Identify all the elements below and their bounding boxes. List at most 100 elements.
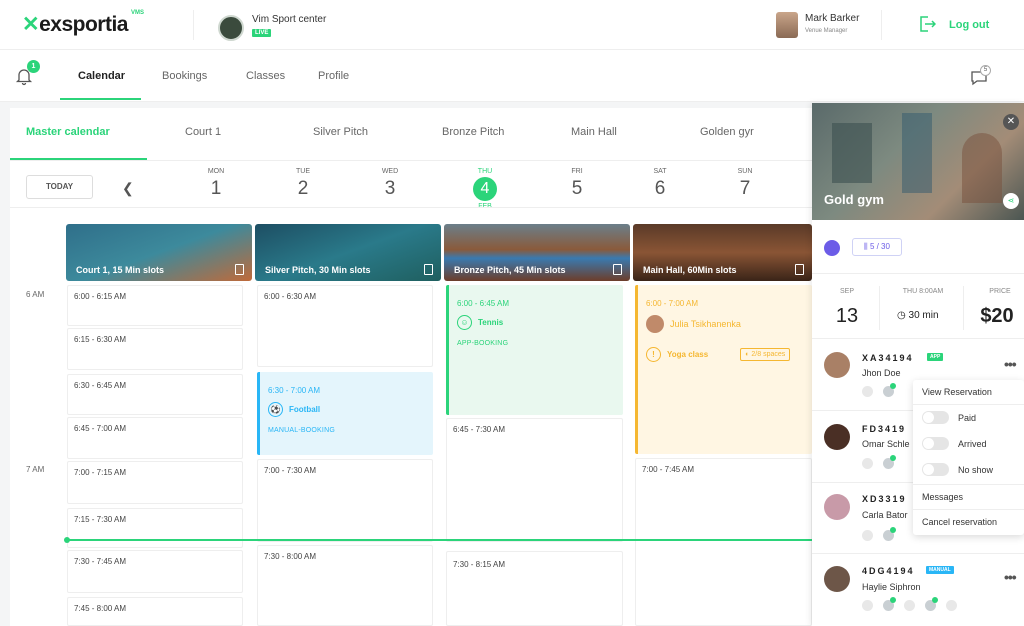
- day-tue[interactable]: TUE 2: [283, 168, 323, 200]
- more-icon[interactable]: •••: [1004, 356, 1017, 372]
- time-slot[interactable]: 6:30 - 6:45 AM: [67, 374, 243, 415]
- logo-text: exsportia: [39, 13, 128, 36]
- avatar[interactable]: [824, 352, 850, 378]
- time-slot[interactable]: 6:45 - 7:30 AM: [446, 418, 623, 542]
- time-slot[interactable]: 7:45 - 8:00 AM: [67, 597, 243, 626]
- avatar[interactable]: [824, 424, 850, 450]
- time-slot[interactable]: 7:30 - 7:45 AM: [67, 550, 243, 593]
- subtab-court-1[interactable]: Court 1: [185, 126, 221, 138]
- status-icon: [946, 600, 957, 611]
- time-slot[interactable]: 6:00 - 6:15 AM: [67, 285, 243, 326]
- booking-tennis[interactable]: 6:00 - 6:45 AM ☺ Tennis APP-BOOKING: [446, 285, 623, 415]
- menu-cancel-reservation[interactable]: Cancel reservation: [922, 517, 997, 527]
- tab-calendar[interactable]: Calendar: [78, 70, 125, 82]
- clipboard-icon[interactable]: [795, 264, 804, 275]
- logout-icon[interactable]: [918, 15, 936, 33]
- more-icon[interactable]: •••: [1004, 569, 1017, 585]
- menu-view-reservation[interactable]: View Reservation: [922, 387, 992, 397]
- time-slot[interactable]: 7:30 - 8:00 AM: [257, 545, 433, 626]
- booking-football[interactable]: 6:30 - 7:00 AM ⚽ Football MANUAL-BOOKING: [257, 372, 433, 455]
- booking-yoga-class[interactable]: 6:00 - 7:00 AM Julia Tsikhanenka ! Yoga c…: [635, 285, 812, 454]
- menu-messages[interactable]: Messages: [922, 492, 963, 502]
- status-icon: [862, 600, 873, 611]
- grid-border: [10, 207, 812, 208]
- tab-underline: [60, 98, 141, 100]
- time-slot[interactable]: 6:00 - 6:30 AM: [257, 285, 433, 367]
- person-code: FD3419: [862, 424, 907, 434]
- booking-tag: MANUAL-BOOKING: [268, 427, 335, 434]
- avatar: [646, 315, 664, 333]
- close-icon[interactable]: ✕: [1003, 114, 1019, 130]
- tab-classes[interactable]: Classes: [246, 70, 285, 82]
- subtab-master-calendar[interactable]: Master calendar: [26, 126, 110, 138]
- price-value: $20: [980, 305, 1014, 327]
- person-name: Carla Bator: [862, 510, 908, 520]
- share-icon[interactable]: ⋖: [1003, 193, 1019, 209]
- time-slot[interactable]: 6:45 - 7:00 AM: [67, 417, 243, 459]
- day-name: MON: [207, 168, 225, 175]
- booking-class: ! Yoga class ◐ 2/8 spaces: [646, 347, 812, 362]
- today-button[interactable]: TODAY: [26, 175, 93, 199]
- time-slot[interactable]: 7:15 - 7:30 AM: [67, 508, 243, 548]
- tab-profile[interactable]: Profile: [318, 70, 349, 82]
- arrived-toggle[interactable]: [922, 437, 949, 450]
- time-label: 7 AM: [26, 465, 45, 474]
- resource-card-main-hall[interactable]: Main Hall, 60Min slots: [633, 224, 812, 281]
- person-code: 4DG4194: [862, 566, 915, 576]
- clipboard-icon[interactable]: [235, 264, 244, 275]
- time-slot[interactable]: 7:30 - 8:15 AM: [446, 551, 623, 626]
- clipboard-icon[interactable]: [613, 264, 622, 275]
- status-icon: [883, 597, 896, 611]
- user-icon: ☺: [457, 315, 472, 330]
- paid-toggle[interactable]: [922, 411, 949, 424]
- day-number: 6: [654, 178, 666, 199]
- day-thu[interactable]: THU4FEB: [465, 168, 505, 210]
- divider: [963, 286, 964, 330]
- time-slot[interactable]: 6:15 - 6:30 AM: [67, 328, 243, 370]
- tab-bookings[interactable]: Bookings: [162, 70, 207, 82]
- clipboard-icon[interactable]: [424, 264, 433, 275]
- subtab-border: [10, 160, 812, 161]
- booking-sport: ☺ Tennis: [457, 315, 623, 330]
- subtab-bronze-pitch[interactable]: Bronze Pitch: [442, 126, 504, 138]
- price-label: PRICE: [989, 288, 1011, 295]
- panel-title: Gold gym: [824, 192, 884, 207]
- messages-badge: 5: [980, 65, 991, 76]
- time-slot[interactable]: 7:00 - 7:15 AM: [67, 461, 243, 504]
- resource-card-bronze-pitch[interactable]: Bronze Pitch, 45 Min slots: [444, 224, 630, 281]
- gym-icon: [824, 240, 840, 256]
- chevron-left-icon[interactable]: ❮: [122, 180, 134, 197]
- avatar[interactable]: [776, 12, 798, 38]
- football-icon: ⚽: [268, 402, 283, 417]
- subtab-golden-gym[interactable]: Golden gyr: [700, 126, 754, 138]
- no-show-toggle[interactable]: [922, 463, 949, 476]
- day-fri[interactable]: FRI 5: [557, 168, 597, 200]
- resource-card-silver-pitch[interactable]: Silver Pitch, 30 Min slots: [255, 224, 441, 281]
- status-icon: [925, 597, 938, 611]
- subtab-main-hall[interactable]: Main Hall: [571, 126, 617, 138]
- venue-name[interactable]: Vim Sport center: [252, 14, 326, 25]
- day-mon[interactable]: MON 1: [196, 168, 236, 200]
- time-slot[interactable]: 7:00 - 7:30 AM: [257, 459, 433, 542]
- day-sun[interactable]: SUN 7: [725, 168, 765, 200]
- time-slot[interactable]: 7:00 - 7:45 AM: [635, 458, 812, 626]
- notification-badge: 1: [27, 60, 40, 73]
- menu-divider: [913, 404, 1024, 405]
- resource-title: Silver Pitch, 30 Min slots: [265, 265, 371, 275]
- venue-avatar[interactable]: [218, 15, 244, 41]
- avatar[interactable]: [824, 494, 850, 520]
- day-wed[interactable]: WED 3: [370, 168, 410, 200]
- resource-title: Bronze Pitch, 45 Min slots: [454, 265, 566, 275]
- day-number: 3: [384, 178, 396, 199]
- subtab-silver-pitch[interactable]: Silver Pitch: [313, 126, 368, 138]
- day-name: TUE: [296, 168, 310, 175]
- avatar[interactable]: [824, 566, 850, 592]
- logo[interactable]: ✕exsportia: [22, 12, 128, 37]
- day-sat[interactable]: SAT 6: [640, 168, 680, 200]
- current-time-line: [67, 539, 812, 541]
- user-name[interactable]: Mark Barker: [805, 13, 859, 24]
- resource-card-court-1[interactable]: Court 1, 15 Min slots: [66, 224, 252, 281]
- divider: [879, 286, 880, 330]
- logout-button[interactable]: Log out: [949, 19, 989, 31]
- status-icons: [862, 597, 967, 614]
